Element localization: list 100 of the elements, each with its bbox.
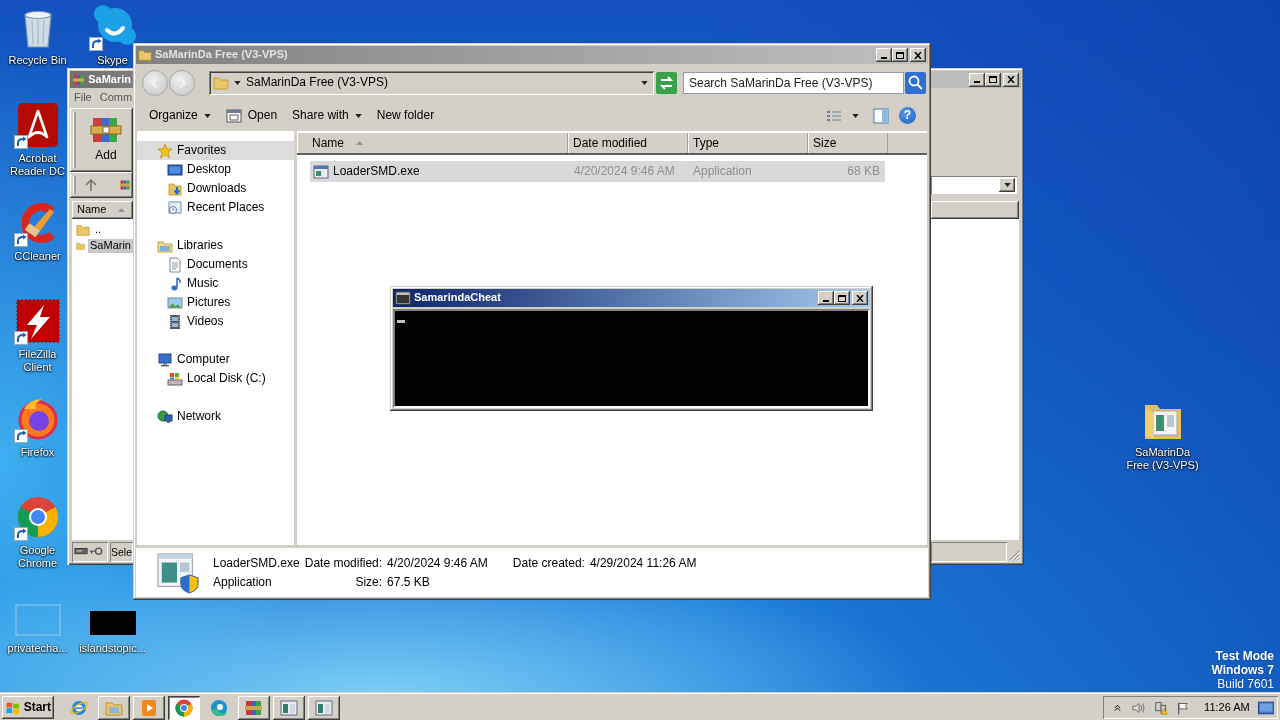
folder-icon xyxy=(138,48,152,62)
window-icon xyxy=(314,697,334,718)
taskbar-button[interactable] xyxy=(273,695,305,720)
menu-item[interactable]: File xyxy=(74,91,92,105)
icon-label[interactable]: Skype xyxy=(97,54,128,67)
refresh-button[interactable] xyxy=(656,71,677,94)
nav-item[interactable]: Documents xyxy=(137,255,294,274)
status-text: Sele xyxy=(110,542,133,562)
dropdown-button[interactable] xyxy=(999,178,1015,192)
column-header[interactable]: Name xyxy=(72,201,133,219)
computer-icon xyxy=(157,351,173,368)
nav-item[interactable]: Pictures xyxy=(137,293,294,312)
network-warning-icon[interactable] xyxy=(1153,699,1168,716)
minimize-button[interactable] xyxy=(876,48,892,62)
file-name: LoaderSMD.exe xyxy=(333,164,420,179)
close-button[interactable] xyxy=(1003,72,1019,87)
file-row[interactable]: LoaderSMD.exe 4/20/2024 9:46 AM Application 68 KB xyxy=(310,161,885,182)
nav-item[interactable]: Libraries xyxy=(137,236,294,255)
maximize-button[interactable] xyxy=(834,291,850,305)
nav-item[interactable]: Music xyxy=(137,274,294,293)
list-row[interactable]: .. xyxy=(72,222,133,238)
taskbar-button[interactable] xyxy=(98,695,130,720)
film-icon xyxy=(167,313,183,330)
toolbar-button[interactable]: Share with xyxy=(286,103,368,128)
window-title: SaMarinDa Free (V3-VPS) xyxy=(155,48,289,62)
file-type: Application xyxy=(213,573,273,591)
file-type: Application xyxy=(692,164,753,179)
minimize-button[interactable] xyxy=(969,72,985,87)
column-header[interactable]: Date modified xyxy=(568,133,688,153)
toolbar-button[interactable]: New folder xyxy=(370,103,441,128)
up-button[interactable] xyxy=(85,178,97,192)
nav-item[interactable]: Desktop xyxy=(137,160,294,179)
maximize-icon xyxy=(989,76,997,83)
folder-icon xyxy=(76,223,90,237)
close-button[interactable] xyxy=(852,291,868,305)
app-logo-icon[interactable] xyxy=(13,297,62,345)
taskbar-button[interactable] xyxy=(308,695,340,720)
search-button[interactable] xyxy=(905,71,926,94)
icon-label[interactable]: SaMarinDa Free (V3-VPS) xyxy=(1125,446,1200,472)
desktop-notice-text: Windows 7 xyxy=(1211,663,1274,677)
clock-window-icon xyxy=(167,199,183,216)
resize-grip-icon xyxy=(1009,550,1021,562)
star-icon xyxy=(157,142,173,159)
caret-icon xyxy=(234,80,241,85)
up-arrow-icon xyxy=(85,178,97,192)
toolbar-button[interactable]: Open xyxy=(219,103,284,128)
close-icon xyxy=(914,51,922,59)
menu-item[interactable]: Comm xyxy=(99,91,133,105)
maximize-button[interactable] xyxy=(892,48,908,62)
taskbar-button[interactable] xyxy=(168,695,200,720)
show-desktop-icon[interactable] xyxy=(1257,699,1274,716)
network-icon xyxy=(157,408,173,425)
icon-label[interactable]: Acrobat Reader DC xyxy=(6,152,69,178)
clock-time[interactable]: 11:26 AM xyxy=(1204,700,1250,715)
minimize-button[interactable] xyxy=(818,291,834,305)
nav-item[interactable]: Recent Places xyxy=(137,198,294,217)
search-field[interactable]: Search SaMarinDa Free (V3-VPS) xyxy=(683,71,904,94)
column-header[interactable]: Type xyxy=(688,133,808,153)
maximize-icon xyxy=(838,294,846,302)
nav-item[interactable]: Computer xyxy=(137,350,294,369)
caret-icon xyxy=(852,113,859,118)
property-label: Date created: xyxy=(512,554,585,572)
browser-icon xyxy=(174,697,194,718)
property-label: Date modified: xyxy=(304,554,383,572)
pane-icon xyxy=(873,107,889,124)
start-button[interactable]: Start xyxy=(2,696,54,719)
window-icon xyxy=(279,697,299,718)
property-value: 4/29/2024 11:26 AM xyxy=(589,554,697,572)
address-bar[interactable]: SaMarinDa Free (V3-VPS) xyxy=(209,70,654,95)
nav-item[interactable]: Videos xyxy=(137,312,294,331)
icon-label[interactable]: Recycle Bin xyxy=(8,54,67,67)
refresh-icon xyxy=(656,71,677,94)
app-icon xyxy=(155,551,201,594)
taskbar-button[interactable] xyxy=(133,695,165,720)
icon-label[interactable]: CCleaner xyxy=(14,250,61,263)
nav-item[interactable]: Downloads xyxy=(137,179,294,198)
play-icon xyxy=(139,697,159,718)
toolbar-button[interactable]: Organize xyxy=(143,103,217,128)
close-button[interactable] xyxy=(910,48,926,62)
monitor-icon xyxy=(167,161,183,178)
path-field[interactable] xyxy=(931,176,1017,194)
search-icon xyxy=(905,71,926,94)
maximize-icon xyxy=(896,51,904,59)
archive-icon xyxy=(119,178,131,192)
nav-item[interactable]: Local Disk (C:) xyxy=(137,369,294,388)
file-date: 4/20/2024 9:46 AM xyxy=(573,164,676,179)
add-button[interactable]: Add xyxy=(88,108,124,172)
column-header[interactable]: Size xyxy=(808,133,888,153)
caret-icon xyxy=(641,80,648,85)
nav-item[interactable]: Favorites xyxy=(137,141,294,160)
nav-item[interactable]: Network xyxy=(137,407,294,426)
list-row[interactable]: SaMarin xyxy=(72,238,133,254)
row-label: .. xyxy=(94,223,103,237)
maximize-button[interactable] xyxy=(985,72,1001,87)
window-title: SamarindaCheat xyxy=(414,291,502,305)
taskbar-button[interactable] xyxy=(238,695,270,720)
column-header[interactable]: Name xyxy=(297,133,568,153)
cursor-icon xyxy=(397,320,405,323)
desktop-notice-text: Build 7601 xyxy=(1216,677,1274,691)
picture-icon xyxy=(167,294,183,311)
